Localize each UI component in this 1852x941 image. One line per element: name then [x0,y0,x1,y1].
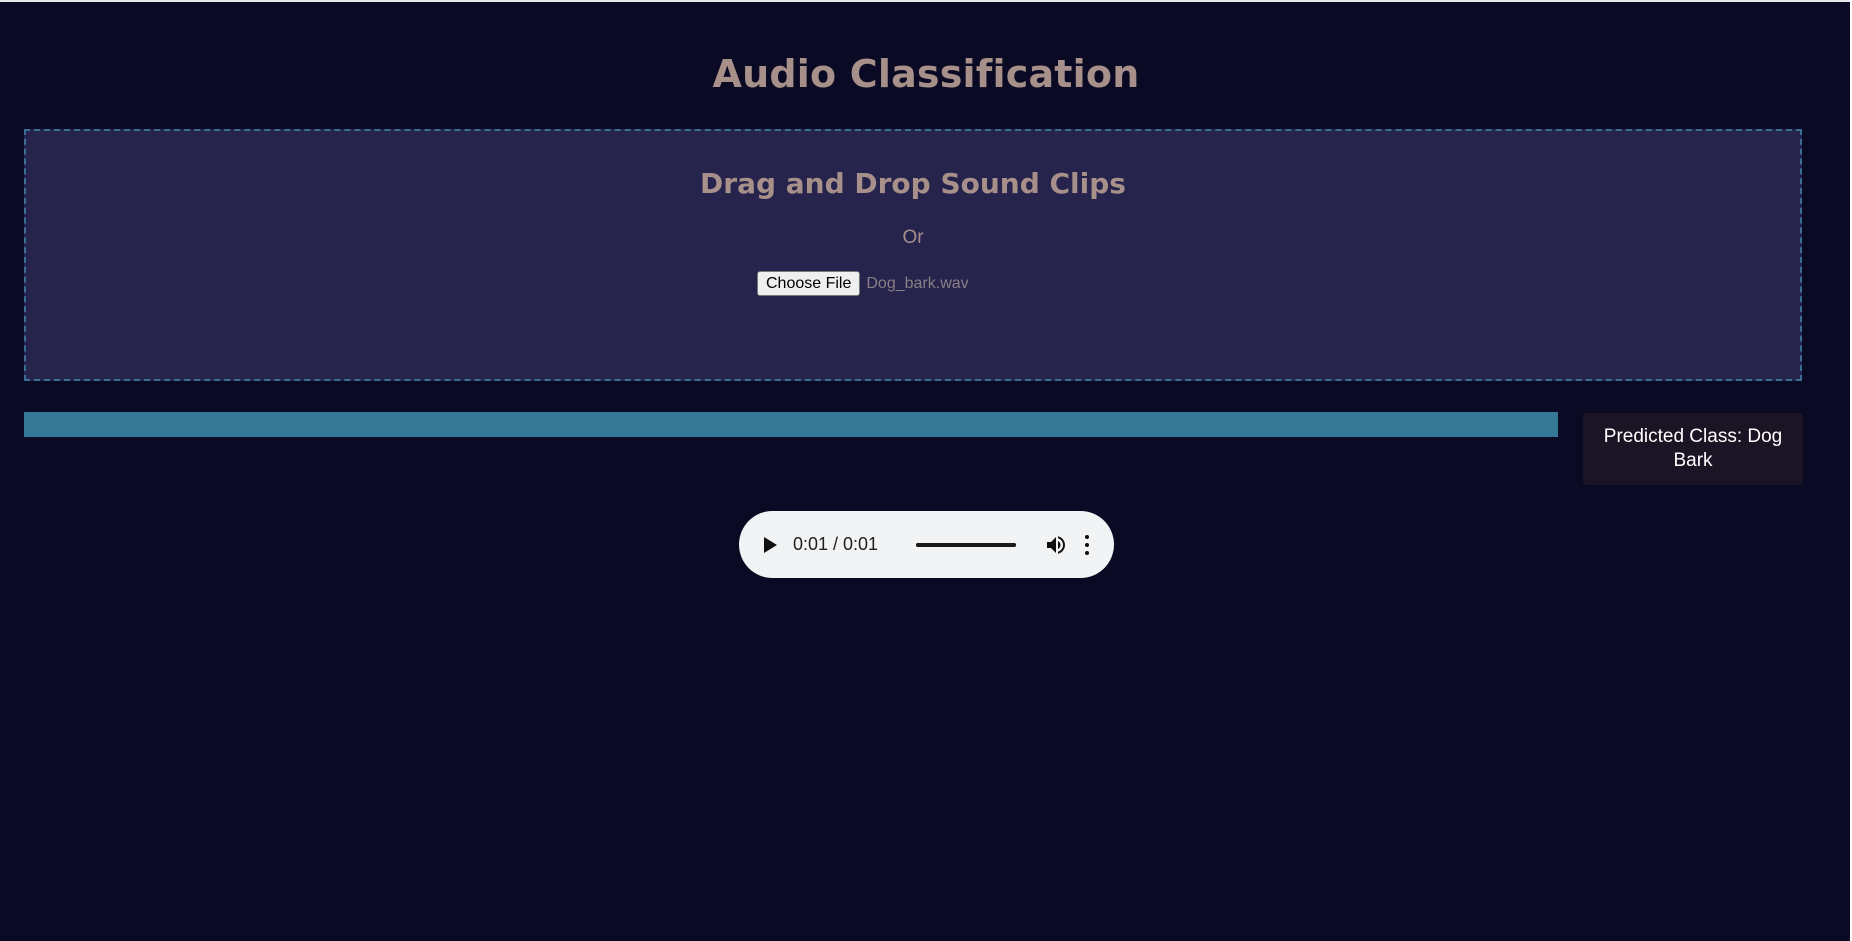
audio-player[interactable]: 0:01 / 0:01 [739,511,1114,578]
progress-bar-fill [24,412,1558,437]
drop-zone-or-text: Or [902,227,924,248]
drop-zone[interactable]: Drag and Drop Sound Clips Or Choose File… [24,129,1802,381]
prediction-result: Predicted Class: Dog Bark [1583,413,1803,485]
play-icon[interactable] [764,536,777,553]
volume-icon[interactable] [1044,533,1068,557]
menu-dot [1085,542,1090,547]
page-title: Audio Classification [712,52,1140,96]
selected-file-name: Dog_bark.wav [866,274,969,292]
drop-zone-title: Drag and Drop Sound Clips [700,167,1126,200]
audio-seek-fill [916,542,1017,547]
progress-bar [24,412,1558,437]
window-top-edge [0,0,1852,2]
more-options-icon[interactable] [1084,534,1090,555]
file-input[interactable]: Choose File Dog_bark.wav [757,271,969,296]
menu-dot [1085,534,1090,539]
audio-time-display: 0:01 / 0:01 [793,534,879,554]
audio-seek-bar[interactable] [916,542,1017,547]
menu-dot [1085,550,1090,555]
choose-file-button[interactable]: Choose File [757,271,861,296]
